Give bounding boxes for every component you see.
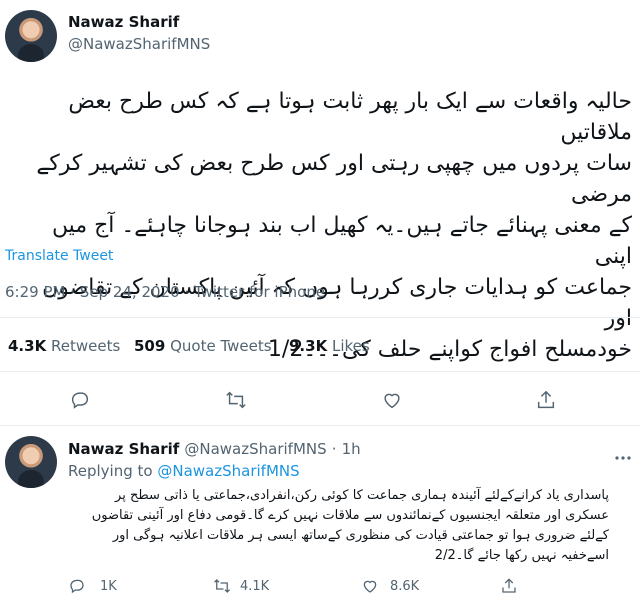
reply-icon[interactable] [69,389,91,411]
replying-to: Replying to @NawazSharifMNS [68,462,300,480]
tweet-text-line: سات پردوں میں چھپی رہتی اور کس طرح بعض ک… [36,151,632,207]
reply-header: Nawaz Sharif @NawazSharifMNS · 1h [68,439,361,458]
tweet-metadata: 6:29 PM · Sep 24, 2020 · Twitter for iPh… [5,283,325,301]
quote-tweets-stat[interactable]: 509 Quote Tweets [134,337,272,355]
divider [0,425,640,426]
tweet-source[interactable]: Twitter for iPhone [194,283,325,301]
tweet-text-line: جماعت کو ہدایات جاری کررہا ہوں کہ آئین پ… [42,275,632,331]
reply-text-line: پاسداری یاد کرانےکےلئے آئیندہ ہماری جماع… [115,488,609,503]
tweet-time[interactable]: 6:29 PM [5,283,65,301]
reply-reply-icon[interactable] [68,577,86,595]
retweets-count: 4.3K [8,337,47,355]
author-name[interactable]: Nawaz Sharif [68,13,179,31]
reply-like-icon[interactable] [361,577,379,595]
replying-to-handle[interactable]: @NawazSharifMNS [157,462,299,480]
meta-separator: · [184,283,190,301]
replying-to-label: Replying to [68,462,153,480]
retweets-stat[interactable]: 4.3K Retweets [8,337,120,355]
reply-author-avatar[interactable] [5,436,57,488]
reply-text: پاسداری یاد کرانےکےلئے آئیندہ ہماری جماع… [68,486,609,566]
likes-count: 9.3K [289,337,328,355]
meta-separator: · [70,283,76,301]
quote-tweets-count: 509 [134,337,166,355]
likes-stat[interactable]: 9.3K Likes [289,337,370,355]
divider [0,371,640,372]
author-avatar[interactable] [5,10,57,62]
tweet-date[interactable]: Sep 24, 2020 [80,283,180,301]
quote-tweets-label: Quote Tweets [170,337,272,355]
reply-retweet-icon[interactable] [213,577,231,595]
retweet-icon[interactable] [225,389,247,411]
reply-retweet-count: 4.1K [240,579,270,594]
reply-separator: · [331,440,337,458]
author-handle[interactable]: @NawazSharifMNS [68,35,210,53]
reply-author-handle[interactable]: @NawazSharifMNS [184,440,326,458]
likes-label: Likes [331,337,370,355]
tweet-text: حالیہ واقعات سے ایک بار پھر ثابت ہوتا ہے… [12,86,632,365]
retweets-label: Retweets [50,337,121,355]
divider [0,317,640,318]
reply-reply-count: 1K [100,579,117,594]
reply-time[interactable]: 1h [342,440,361,458]
translate-tweet-link[interactable]: Translate Tweet [5,248,113,264]
tweet-text-line: حالیہ واقعات سے ایک بار پھر ثابت ہوتا ہے… [68,89,632,145]
reply-share-icon[interactable] [500,577,518,595]
like-icon[interactable] [381,389,403,411]
reply-like-count: 8.6K [390,579,420,594]
reply-text-line: عسکری اور متعلقہ ایجنسیوں کےنمائندوں سے … [91,508,609,523]
share-icon[interactable] [535,389,557,411]
reply-text-line: کےلئے ضروری ہوا تو جماعتی قیادت کی منظور… [112,528,609,543]
more-options-icon[interactable] [614,446,632,460]
reply-text-line: اسےخفیہ نہیں رکھا جائے گا۔2/2 [434,548,609,563]
reply-author-name[interactable]: Nawaz Sharif [68,440,179,458]
